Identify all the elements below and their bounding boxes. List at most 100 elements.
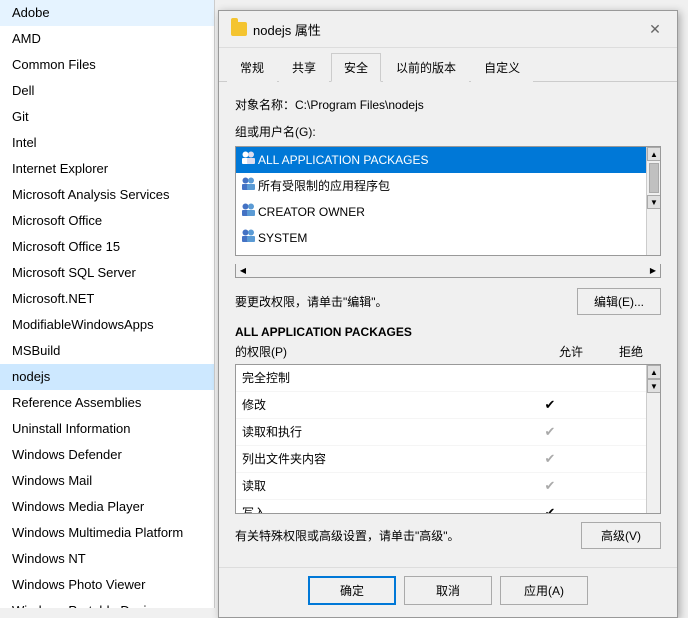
explorer-item[interactable]: Common Files [0, 52, 214, 78]
perm-scrollbar[interactable]: ▲ ▼ [646, 365, 660, 513]
perm-allow-check: ✔ [520, 448, 580, 470]
perm-allow-check: ✔ [520, 394, 580, 416]
tab-自定义[interactable]: 自定义 [471, 53, 533, 82]
h-scroll-left[interactable]: ◀ [236, 264, 250, 278]
perm-allow-check: ✔ [520, 475, 580, 497]
perm-header-row: 的权限(P) 允许 拒绝 [235, 343, 661, 360]
users-scrollbar[interactable]: ▲ ▼ [646, 147, 660, 255]
user-name: ALL APPLICATION PACKAGES [258, 150, 429, 170]
folder-icon [231, 22, 247, 36]
user-icon [242, 176, 258, 196]
perm-allow-check: ✔ [520, 421, 580, 443]
user-group-icon [242, 202, 258, 216]
user-group-icon [242, 176, 258, 190]
perm-section-title: ALL APPLICATION PACKAGES [235, 325, 412, 339]
explorer-item[interactable]: Windows Photo Viewer [0, 572, 214, 598]
perm-name: 完全控制 [242, 367, 520, 389]
perm-row: 读取和执行 ✔ [236, 419, 646, 446]
checkmark: ✔ [545, 478, 556, 493]
user-item[interactable]: 所有受限制的应用程序包 [236, 173, 646, 199]
properties-dialog: nodejs 属性 ✕ 常规共享安全以前的版本自定义 对象名称： C:\Prog… [218, 10, 678, 618]
perm-section: ALL APPLICATION PACKAGES [235, 325, 661, 339]
explorer-item[interactable]: Internet Explorer [0, 156, 214, 182]
tab-安全[interactable]: 安全 [331, 53, 381, 82]
perm-name: 读取和执行 [242, 421, 520, 443]
special-hint: 有关特殊权限或高级设置，请单击"高级"。 [235, 527, 460, 544]
user-icon [242, 228, 258, 248]
explorer-item[interactable]: MSBuild [0, 338, 214, 364]
perm-name: 列出文件夹内容 [242, 448, 520, 470]
dialog-titlebar: nodejs 属性 ✕ [219, 11, 677, 48]
tab-常规[interactable]: 常规 [227, 53, 277, 82]
user-group-icon [242, 150, 258, 164]
explorer-item[interactable]: nodejs [0, 364, 214, 390]
explorer-item[interactable]: Windows Multimedia Platform [0, 520, 214, 546]
perm-name: 写入 [242, 502, 520, 514]
dialog-buttons: 确定 取消 应用(A) [219, 567, 677, 617]
explorer-item[interactable]: Adobe [0, 0, 214, 26]
explorer-item[interactable]: ModifiableWindowsApps [0, 312, 214, 338]
checkmark: ✔ [545, 505, 556, 514]
explorer-item[interactable]: Git [0, 104, 214, 130]
perm-row: 完全控制 [236, 365, 646, 392]
tab-bar: 常规共享安全以前的版本自定义 [219, 48, 677, 82]
user-item[interactable]: SYSTEM [236, 225, 646, 251]
explorer-item[interactable]: Windows Media Player [0, 494, 214, 520]
advanced-button[interactable]: 高级(V) [581, 522, 661, 549]
object-value: C:\Program Files\nodejs [295, 98, 424, 112]
perm-name: 修改 [242, 394, 520, 416]
checkmark: ✔ [545, 451, 556, 466]
explorer-item[interactable]: Microsoft Office 15 [0, 234, 214, 260]
ok-button[interactable]: 确定 [308, 576, 396, 605]
explorer-item[interactable]: Reference Assemblies [0, 390, 214, 416]
close-button[interactable]: ✕ [645, 19, 665, 39]
checkmark: ✔ [545, 397, 556, 412]
explorer-item[interactable]: AMD [0, 26, 214, 52]
explorer-item[interactable]: Uninstall Information [0, 416, 214, 442]
user-name: CREATOR OWNER [258, 202, 365, 222]
perm-allow-header: 允许 [541, 343, 601, 360]
user-name: 所有受限制的应用程序包 [258, 176, 390, 196]
checkmark: ✔ [545, 424, 556, 439]
explorer-item[interactable]: Microsoft.NET [0, 286, 214, 312]
apply-button[interactable]: 应用(A) [500, 576, 588, 605]
permissions-list: 完全控制修改✔读取和执行✔列出文件夹内容✔读取✔写入✔ ▲ ▼ [235, 364, 661, 514]
h-scroll-right[interactable]: ▶ [646, 264, 660, 278]
h-scroll[interactable]: ◀ ▶ [235, 264, 661, 278]
user-item[interactable]: CREATOR OWNER [236, 199, 646, 225]
scroll-up-button[interactable]: ▲ [647, 147, 661, 161]
explorer-item[interactable]: Windows Portable Devices [0, 598, 214, 608]
h-scroll-track [250, 264, 646, 277]
perm-row: 读取✔ [236, 473, 646, 500]
dialog-content: 对象名称： C:\Program Files\nodejs 组或用户名(G): … [219, 82, 677, 567]
tab-以前的版本[interactable]: 以前的版本 [383, 53, 469, 82]
explorer-item[interactable]: Microsoft Office [0, 208, 214, 234]
edit-button[interactable]: 编辑(E)... [577, 288, 661, 315]
scroll-down-button[interactable]: ▼ [647, 195, 661, 209]
object-name-row: 对象名称： C:\Program Files\nodejs [235, 96, 661, 113]
explorer-item[interactable]: Microsoft SQL Server [0, 260, 214, 286]
perm-scroll-down[interactable]: ▼ [647, 379, 661, 393]
explorer-item[interactable]: Windows Defender [0, 442, 214, 468]
user-name: SYSTEM [258, 228, 307, 248]
explorer-item[interactable]: Windows NT [0, 546, 214, 572]
perm-scroll-up[interactable]: ▲ [647, 365, 661, 379]
user-icon [242, 202, 258, 222]
tab-共享[interactable]: 共享 [279, 53, 329, 82]
explorer-panel[interactable]: AdobeAMDCommon FilesDellGitIntelInternet… [0, 0, 215, 608]
object-label: 对象名称： [235, 96, 295, 113]
perm-section-sub: 的权限(P) [235, 343, 541, 360]
explorer-item[interactable]: Windows Mail [0, 468, 214, 494]
explorer-item[interactable]: Intel [0, 130, 214, 156]
explorer-item[interactable]: Dell [0, 78, 214, 104]
user-icon [242, 150, 258, 170]
perm-row: 列出文件夹内容 ✔ [236, 446, 646, 473]
users-list[interactable]: ALL APPLICATION PACKAGES 所有受限制的应用程序包 CRE… [235, 146, 661, 256]
user-item[interactable]: ALL APPLICATION PACKAGES [236, 147, 646, 173]
scroll-thumb[interactable] [649, 163, 659, 193]
explorer-item[interactable]: Microsoft Analysis Services [0, 182, 214, 208]
perm-deny-header: 拒绝 [601, 343, 661, 360]
perm-row: 修改 ✔ [236, 392, 646, 419]
cancel-button[interactable]: 取消 [404, 576, 492, 605]
dialog-title-left: nodejs 属性 [231, 20, 321, 39]
